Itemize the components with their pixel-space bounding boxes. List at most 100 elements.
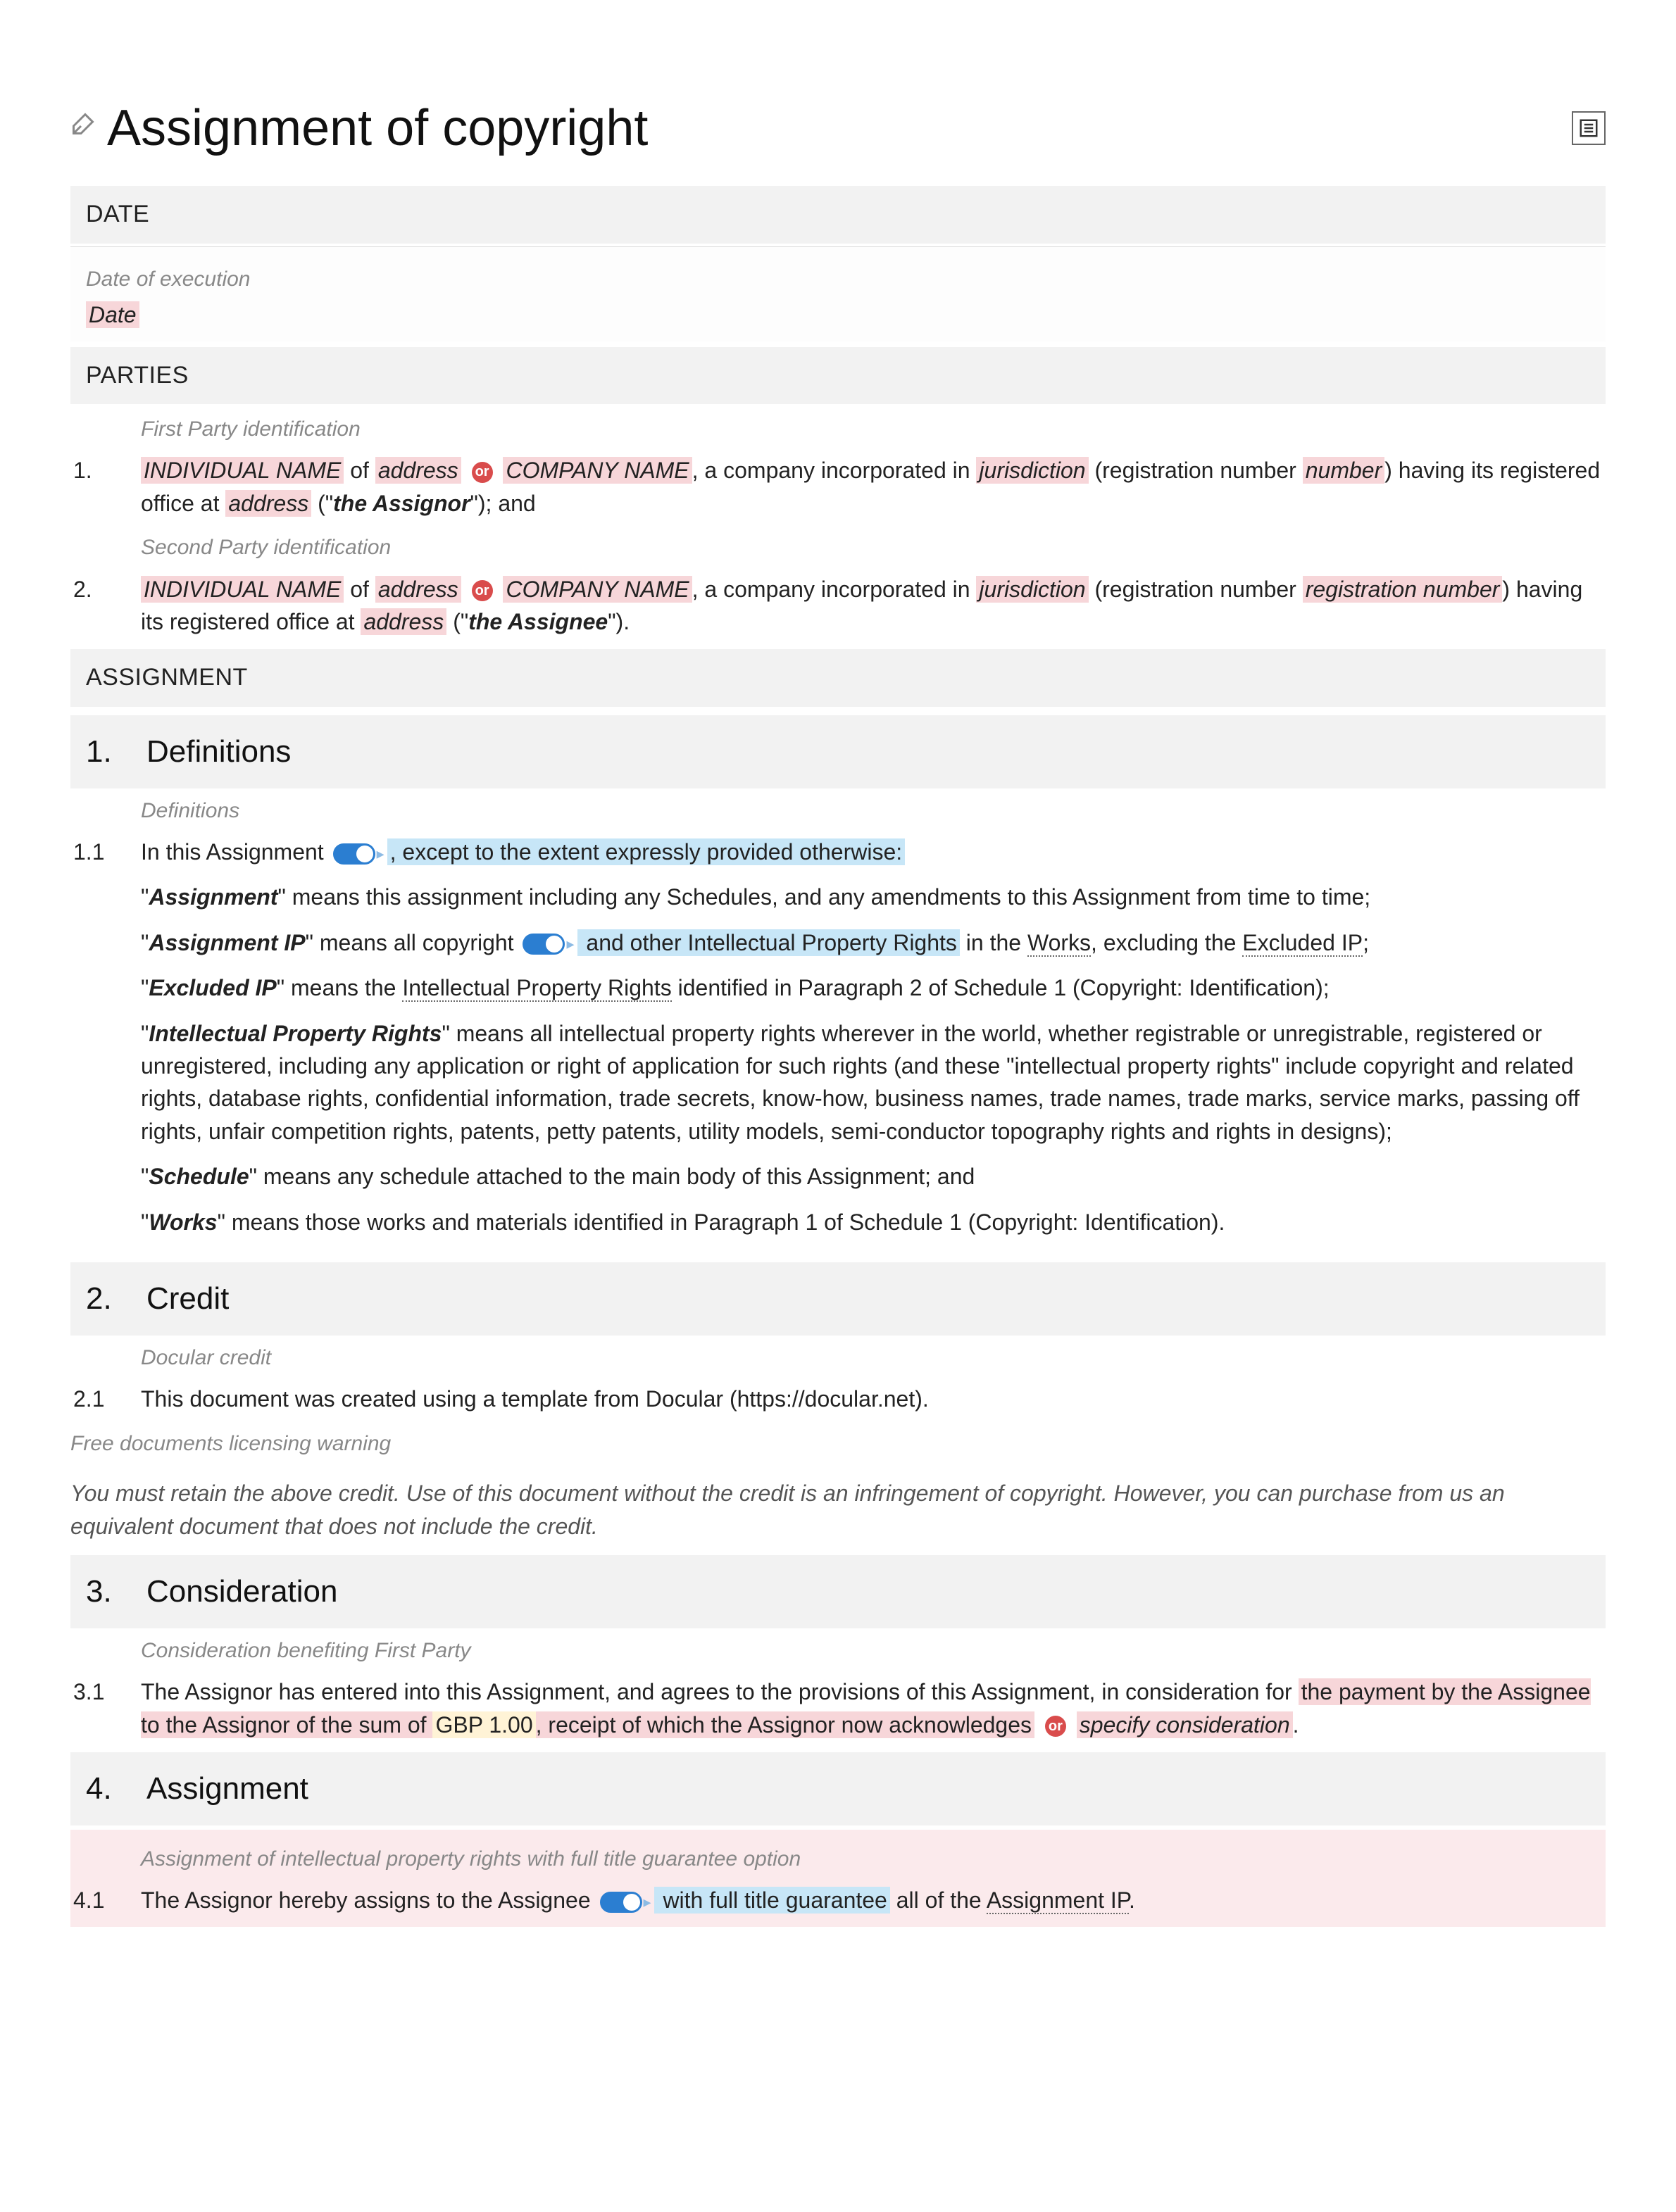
clause-4-1: 4.1 The Assignor hereby assigns to the A…: [70, 1878, 1606, 1922]
party-2-num: 2.: [70, 573, 141, 605]
ac-p3: .: [1129, 1887, 1135, 1913]
assignment-block: Assignment of intellectual property righ…: [70, 1830, 1606, 1927]
def-schedule-body: " means any schedule attached to the mai…: [249, 1164, 975, 1189]
field-address-1a[interactable]: address: [375, 457, 461, 484]
party-1-content: INDIVIDUAL NAME of address or COMPANY NA…: [141, 454, 1606, 520]
txt-qo-2: (": [446, 609, 468, 634]
toggle-full-title[interactable]: ▸: [600, 1891, 651, 1913]
def-schedule-term: Schedule: [149, 1164, 249, 1189]
ac-p2: all of the: [890, 1887, 987, 1913]
section-heading-assignment: Assignment: [146, 1766, 308, 1811]
field-individual-name-2[interactable]: INDIVIDUAL NAME: [141, 576, 344, 603]
or-badge-2[interactable]: or: [472, 580, 493, 601]
clause-4-1-content: The Assignor hereby assigns to the Assig…: [141, 1884, 1606, 1916]
def-excluded-ip: "Excluded IP" means the Intellectual Pro…: [141, 972, 1606, 1004]
note-date-of-execution: Date of execution: [86, 257, 1590, 299]
note-free-lic-warning: Free documents licensing warning: [70, 1421, 1606, 1464]
field-address-1b[interactable]: address: [225, 490, 311, 517]
title-row: Assignment of copyright: [70, 92, 1606, 165]
def-assignment-term: Assignment: [149, 884, 277, 910]
txt-regopen-1: (registration number: [1089, 458, 1303, 483]
field-regnumber-2[interactable]: registration number: [1303, 576, 1503, 603]
field-address-2b[interactable]: address: [361, 608, 446, 635]
field-company-name-1[interactable]: COMPANY NAME: [503, 457, 692, 484]
toggle-definitions[interactable]: ▸: [333, 843, 384, 865]
def-ipr-term: Intellectual Property Rights: [149, 1021, 442, 1046]
def-exip-ipr[interactable]: Intellectual Property Rights: [402, 975, 671, 1002]
section-header-assignment: ASSIGNMENT: [70, 649, 1606, 709]
field-address-2a[interactable]: address: [375, 576, 461, 603]
edit-icon[interactable]: [70, 111, 96, 145]
def-exip-b2: identified in Paragraph 2 of Schedule 1 …: [672, 975, 1330, 1000]
def-aip-excluded[interactable]: Excluded IP: [1242, 930, 1363, 957]
clause-3-1: 3.1 The Assignor has entered into this A…: [70, 1670, 1606, 1747]
section-heading-consideration: Consideration: [146, 1569, 338, 1614]
field-gbp[interactable]: GBP 1.00: [432, 1711, 535, 1738]
field-specify-consideration[interactable]: specify consideration: [1077, 1711, 1293, 1738]
def-assignmentip-term: Assignment IP: [149, 930, 305, 955]
party-2-content: INDIVIDUAL NAME of address or COMPANY NA…: [141, 573, 1606, 639]
party-1-num: 1.: [70, 454, 141, 486]
toc-button[interactable]: [1572, 111, 1606, 145]
txt-of-2: of: [344, 577, 375, 602]
note-consideration: Consideration benefiting First Party: [70, 1628, 1606, 1671]
def-exip-term: Excluded IP: [149, 975, 276, 1000]
date-field-row: Date: [86, 299, 1590, 331]
note-docular-credit: Docular credit: [70, 1336, 1606, 1378]
def-assignment: "Assignment" means this assignment inclu…: [141, 881, 1606, 913]
cons-p3: , receipt of which the Assignor now ackn…: [536, 1712, 1032, 1737]
def-aip-b4: ;: [1363, 930, 1369, 955]
credit-warning-text: You must retain the above credit. Use of…: [70, 1463, 1606, 1550]
def-aip-blue: and other Intellectual Property Rights: [577, 929, 960, 956]
clause-1-1-num: 1.1: [70, 836, 141, 868]
clause-4-1-num: 4.1: [70, 1884, 141, 1916]
clause-2-1: 2.1 This document was created using a te…: [70, 1377, 1606, 1421]
def-aip-b1: " means all copyright: [306, 930, 520, 955]
section-num-3: 3.: [86, 1569, 146, 1614]
section-header-date: DATE: [70, 186, 1606, 246]
title-left: Assignment of copyright: [70, 92, 648, 165]
def-aip-b3: , excluding the: [1091, 930, 1242, 955]
or-badge-3[interactable]: or: [1045, 1716, 1066, 1737]
section-num-1: 1.: [86, 729, 146, 774]
clause-1-1-content: In this Assignment ▸, except to the exte…: [141, 836, 1606, 1251]
toggle-assignment-ip[interactable]: ▸: [523, 933, 574, 955]
or-badge-1[interactable]: or: [472, 462, 493, 483]
field-date[interactable]: Date: [86, 301, 139, 328]
def-ipr: "Intellectual Property Rights" means all…: [141, 1017, 1606, 1148]
clause-2-1-num: 2.1: [70, 1383, 141, 1415]
ac-aip[interactable]: Assignment IP: [987, 1887, 1129, 1914]
note-second-party: Second Party identification: [70, 525, 1606, 567]
note-first-party: First Party identification: [70, 407, 1606, 449]
def-works-body: " means those works and materials identi…: [218, 1209, 1225, 1235]
field-company-name-2[interactable]: COMPANY NAME: [503, 576, 692, 603]
note-definitions: Definitions: [70, 788, 1606, 831]
section-num-2: 2.: [86, 1276, 146, 1321]
clause-2-1-content: This document was created using a templa…: [141, 1383, 1606, 1415]
section-heading-credit: Credit: [146, 1276, 229, 1321]
field-number-1[interactable]: number: [1303, 457, 1385, 484]
party-2-row: 2. INDIVIDUAL NAME of address or COMPANY…: [70, 567, 1606, 644]
txt-periodend: ").: [608, 609, 630, 634]
section-credit: 2. Credit: [70, 1262, 1606, 1336]
defs-intro1: In this Assignment: [141, 839, 330, 865]
section-definitions: 1. Definitions: [70, 715, 1606, 788]
field-individual-name-1[interactable]: INDIVIDUAL NAME: [141, 457, 344, 484]
def-aip-works[interactable]: Works: [1027, 930, 1091, 957]
defs-intro2: , except to the extent expressly provide…: [387, 838, 906, 865]
txt-qo-1: (": [311, 491, 333, 516]
clause-3-1-num: 3.1: [70, 1676, 141, 1708]
page-title: Assignment of copyright: [107, 92, 648, 165]
section-assignment-clause: 4. Assignment: [70, 1752, 1606, 1825]
field-jurisdiction-2[interactable]: jurisdiction: [976, 576, 1088, 603]
cons-period: .: [1293, 1712, 1299, 1737]
party-1-row: 1. INDIVIDUAL NAME of address or COMPANY…: [70, 448, 1606, 525]
def-works-term: Works: [149, 1209, 217, 1235]
def-schedule: "Schedule" means any schedule attached t…: [141, 1160, 1606, 1193]
date-box: Date of execution Date: [70, 246, 1606, 341]
note-assignment-ipr: Assignment of intellectual property righ…: [70, 1837, 1606, 1879]
term-assignee: the Assignee: [468, 609, 608, 634]
clause-3-1-content: The Assignor has entered into this Assig…: [141, 1676, 1606, 1741]
field-jurisdiction-1[interactable]: jurisdiction: [976, 457, 1088, 484]
ac-p1: The Assignor hereby assigns to the Assig…: [141, 1887, 597, 1913]
